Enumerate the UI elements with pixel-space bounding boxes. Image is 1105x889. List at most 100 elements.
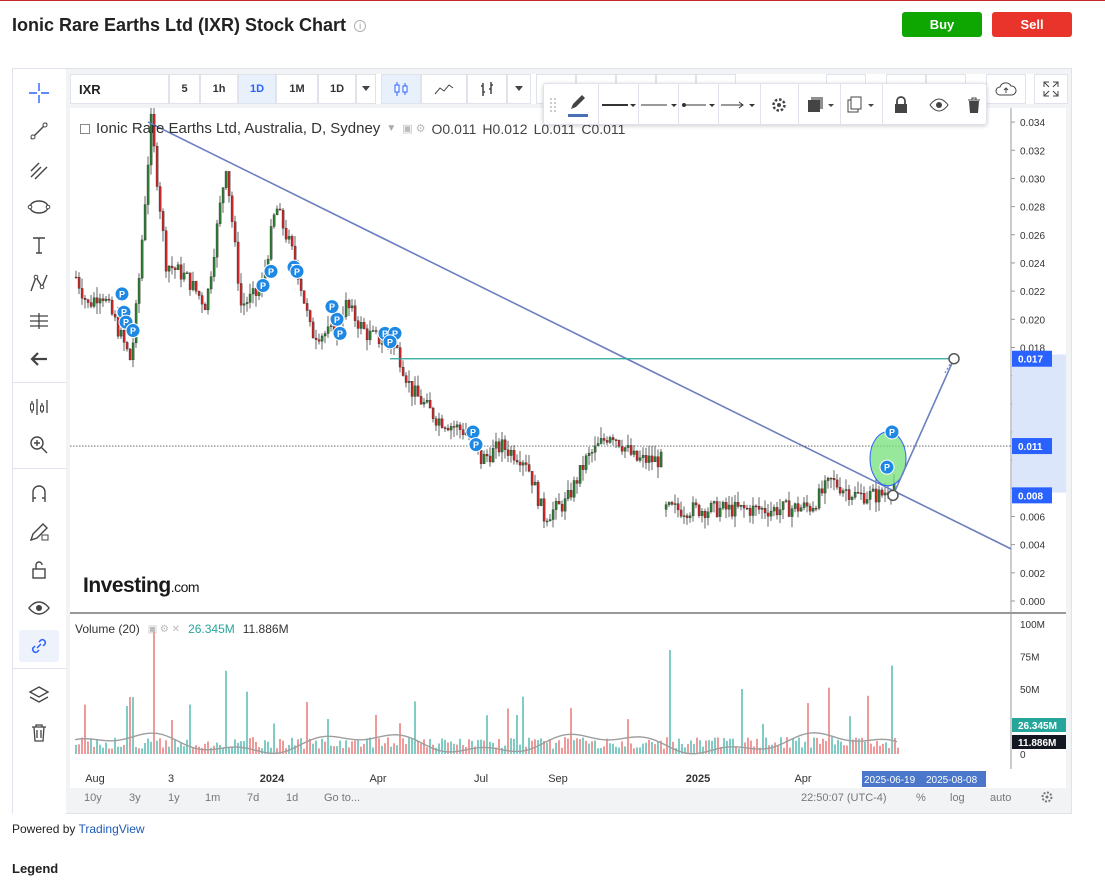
time-tick-label: 2025 <box>686 773 710 785</box>
volume-bar <box>537 740 539 754</box>
volume-bar <box>135 746 137 754</box>
interval-button[interactable]: 1M <box>276 74 318 104</box>
drag-handle-icon[interactable] <box>548 90 558 120</box>
candle-body <box>805 502 809 507</box>
candle-body <box>368 330 372 341</box>
candle-body <box>101 298 105 301</box>
auto-toggle[interactable]: auto <box>990 792 1011 804</box>
candle-body <box>92 297 96 307</box>
volume-bar <box>798 737 800 754</box>
lock-icon[interactable] <box>19 554 59 586</box>
collapse-icon[interactable] <box>80 123 90 134</box>
range-1y[interactable]: 1y <box>168 792 180 804</box>
copy-button[interactable] <box>842 90 880 120</box>
pattern-icon[interactable] <box>19 267 59 299</box>
line-start-button[interactable] <box>680 90 716 120</box>
p-marker-label: P <box>470 427 476 437</box>
candle-body <box>709 502 713 513</box>
volume-bar <box>567 738 569 754</box>
candle-body <box>676 503 680 511</box>
range-3y[interactable]: 3y <box>129 792 141 804</box>
volume-bar <box>363 743 365 754</box>
tradingview-link[interactable]: TradingView <box>79 822 145 836</box>
area-chart-button[interactable] <box>421 74 467 104</box>
legend-buttons-icon[interactable]: ▣ ⚙ <box>402 122 425 135</box>
line-color-button[interactable] <box>562 90 594 120</box>
sell-button[interactable]: Sell <box>992 12 1072 37</box>
cloud-save-button[interactable] <box>986 74 1026 104</box>
candles-button[interactable] <box>381 74 421 104</box>
volume-bar <box>468 739 470 754</box>
chart-canvas[interactable]: PPPPPPPPPPPPPPPPPP 0.0340.0320.0300.0280… <box>70 108 1066 788</box>
range-7d[interactable]: 7d <box>247 792 259 804</box>
volume-bar <box>303 748 305 754</box>
volume-bar <box>615 746 617 754</box>
percent-toggle[interactable]: % <box>916 792 926 804</box>
candle-body <box>814 508 818 510</box>
clone-button[interactable] <box>802 90 840 120</box>
layers-icon[interactable] <box>19 679 59 711</box>
eye-icon[interactable] <box>19 592 59 624</box>
trend-line-icon[interactable] <box>19 115 59 147</box>
candle-body <box>629 445 633 455</box>
gear-icon[interactable] <box>1040 790 1054 807</box>
crosshair-icon[interactable] <box>19 77 59 109</box>
buy-button[interactable]: Buy <box>902 12 982 37</box>
symbol-input[interactable]: IXR <box>70 74 169 104</box>
text-icon[interactable] <box>19 229 59 261</box>
candle-body <box>730 504 734 517</box>
candle-body <box>659 451 663 468</box>
go-to-button[interactable]: Go to... <box>324 792 360 804</box>
candle-body <box>239 283 243 306</box>
candle-body <box>694 502 698 506</box>
interval-button[interactable]: 1D <box>238 74 276 104</box>
candle-body <box>86 299 90 303</box>
line-end-button[interactable] <box>720 90 756 120</box>
bars-button[interactable] <box>467 74 507 104</box>
candle-body <box>808 506 812 512</box>
candle-body <box>560 503 564 512</box>
legend-buttons-icon[interactable]: ▣ ⚙ ✕ <box>148 624 180 635</box>
indicators-icon[interactable] <box>19 391 59 423</box>
zoom-icon[interactable] <box>19 429 59 461</box>
chart-type-dropdown[interactable] <box>507 74 531 104</box>
pencil-lock-icon[interactable] <box>19 516 59 548</box>
magnet-icon[interactable] <box>19 478 59 510</box>
interval-button[interactable]: 1D <box>318 74 356 104</box>
log-toggle[interactable]: log <box>950 792 965 804</box>
volume-bar <box>333 746 335 754</box>
lock-drawing-button[interactable] <box>888 90 914 120</box>
pitchfork-icon[interactable] <box>19 153 59 185</box>
chevron-down-icon[interactable]: ▼ <box>386 123 396 134</box>
prediction-icon[interactable] <box>19 305 59 337</box>
volume-legend: Volume (20) ▣ ⚙ ✕ 26.345M 11.886M <box>75 622 289 636</box>
range-1m[interactable]: 1m <box>205 792 220 804</box>
candle-body <box>688 515 692 518</box>
trash-icon[interactable] <box>19 717 59 749</box>
line-width-button[interactable] <box>602 90 636 120</box>
line-style-button[interactable] <box>640 90 678 120</box>
fullscreen-button[interactable] <box>1034 74 1068 104</box>
candle-body <box>536 481 540 506</box>
hide-drawing-button[interactable] <box>926 90 952 120</box>
top-accent-line <box>0 0 1105 1</box>
interval-button[interactable]: 5 <box>169 74 200 104</box>
range-10y[interactable]: 10y <box>84 792 102 804</box>
interval-dropdown[interactable] <box>356 74 376 104</box>
shape-icon[interactable] <box>19 191 59 223</box>
settings-button[interactable] <box>766 90 792 120</box>
candle-body <box>518 461 522 466</box>
volume-bar <box>642 743 644 754</box>
range-1d[interactable]: 1d <box>286 792 298 804</box>
clock-readout: 22:50:07 (UTC-4) <box>801 792 887 804</box>
back-arrow-icon[interactable] <box>19 343 59 375</box>
info-icon[interactable]: i <box>354 20 367 32</box>
candle-body <box>859 492 863 495</box>
interval-button[interactable]: 1h <box>200 74 238 104</box>
volume-bar <box>849 716 851 754</box>
candle-body <box>572 480 576 498</box>
delete-drawing-button[interactable] <box>964 90 984 120</box>
chart-pane[interactable]: PPPPPPPPPPPPPPPPPP 0.0340.0320.0300.0280… <box>70 108 1066 788</box>
link-icon[interactable] <box>19 630 59 662</box>
candle-body <box>650 455 654 463</box>
